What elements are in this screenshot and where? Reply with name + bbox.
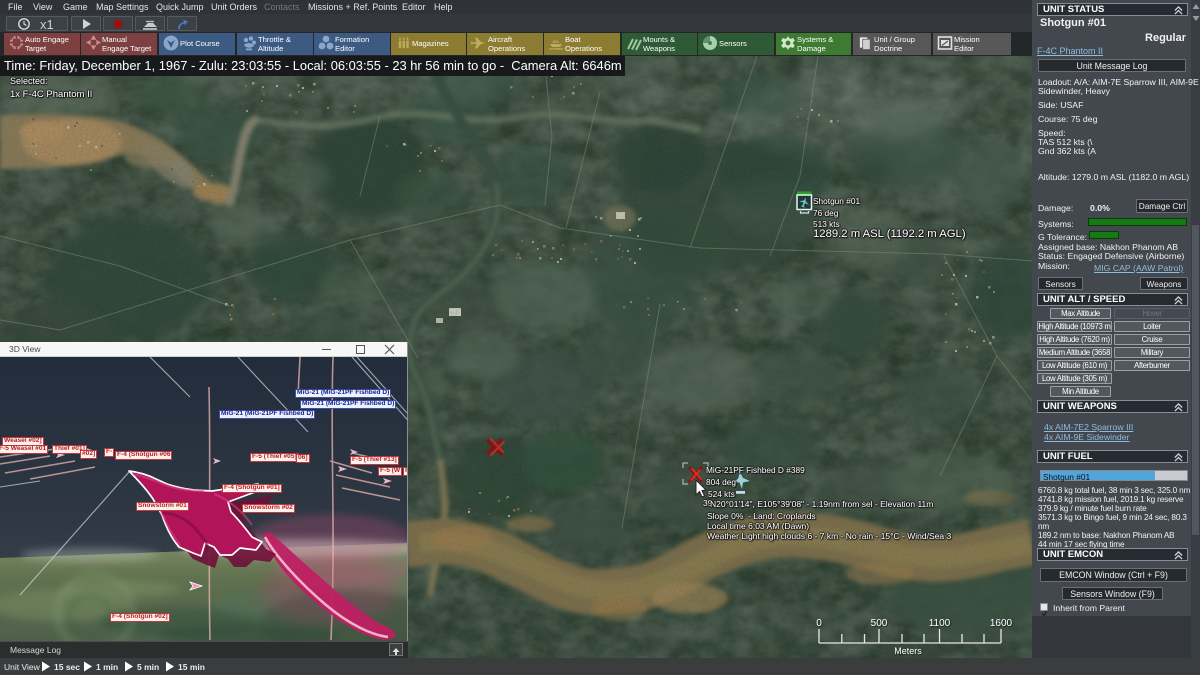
svg-text:500: 500	[871, 618, 888, 629]
svg-text:1100: 1100	[929, 618, 951, 629]
svg-text:x1: x1	[40, 17, 54, 31]
svg-text:1600: 1600	[990, 618, 1013, 629]
svg-text:0: 0	[816, 618, 822, 629]
svg-text:Meters: Meters	[894, 646, 922, 656]
